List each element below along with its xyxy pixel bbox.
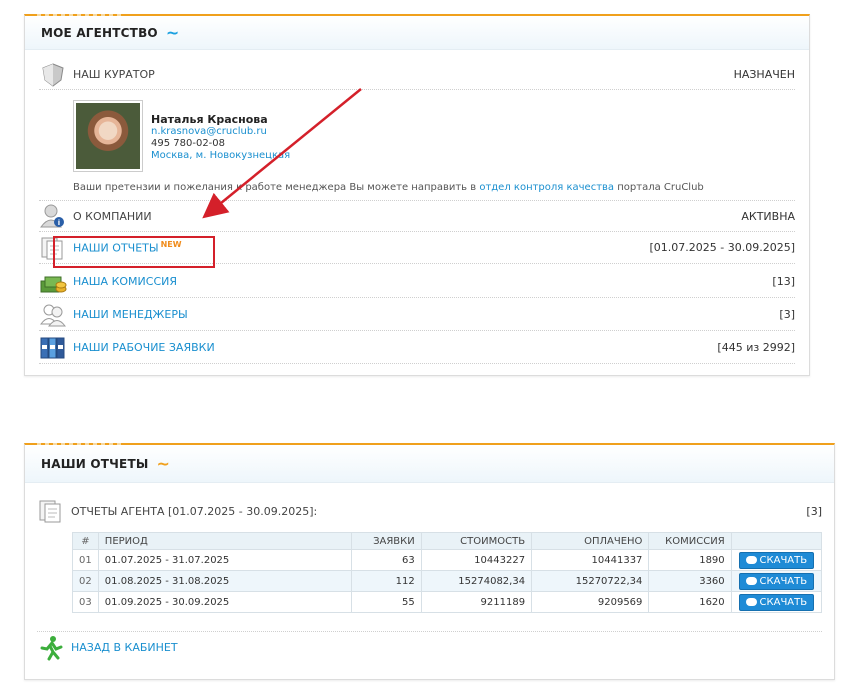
row-index: 03: [72, 591, 99, 613]
row-cost: 9211189: [420, 591, 533, 613]
row-commission: 1620: [648, 591, 732, 613]
panel-header: НАШИ ОТЧЕТЫ ~: [25, 445, 834, 483]
cloud-download-icon: [745, 598, 757, 606]
back-to-cabinet-link[interactable]: НАЗАД В КАБИНЕТ: [71, 641, 178, 654]
documents-icon: [37, 498, 65, 524]
row-cost: 15274082,34: [420, 570, 533, 592]
reports-panel: НАШИ ОТЧЕТЫ ~ ОТЧЕТЫ АГЕНТА [01.07.2025 …: [24, 443, 835, 680]
row-index: 02: [72, 570, 99, 592]
back-row[interactable]: НАЗАД В КАБИНЕТ: [37, 631, 822, 663]
row-period: 01.08.2025 - 31.08.2025: [97, 570, 352, 592]
row-orders: 112: [350, 570, 422, 592]
row-period: 01.07.2025 - 31.07.2025: [97, 549, 352, 571]
row-period: 01.09.2025 - 30.09.2025: [97, 591, 352, 613]
column-header: [730, 532, 823, 550]
download-button[interactable]: СКАЧАТЬ: [738, 572, 815, 590]
row-paid: 9209569: [531, 591, 650, 613]
column-header: СТОИМОСТЬ: [420, 532, 533, 550]
row-paid: 10441337: [531, 549, 650, 571]
running-man-icon: [37, 635, 65, 661]
cloud-download-icon: [745, 556, 757, 564]
row-paid: 15270722,34: [531, 570, 650, 592]
table-header-row: # ПЕРИОД ЗАЯВКИ СТОИМОСТЬ ОПЛАЧЕНО КОМИС…: [72, 532, 823, 550]
reports-table: # ПЕРИОД ЗАЯВКИ СТОИМОСТЬ ОПЛАЧЕНО КОМИС…: [72, 532, 823, 613]
row-orders: 55: [350, 591, 422, 613]
row-commission: 1890: [648, 549, 732, 571]
row-orders: 63: [350, 549, 422, 571]
download-button[interactable]: СКАЧАТЬ: [738, 551, 815, 569]
panel-title: НАШИ ОТЧЕТЫ: [41, 456, 149, 471]
reports-section-count: [3]: [806, 504, 822, 518]
panel-decoration: [37, 443, 125, 445]
table-row: 02 01.08.2025 - 31.08.2025 112 15274082,…: [72, 570, 823, 592]
wave-icon: ~: [156, 453, 170, 473]
table-row: 01 01.07.2025 - 31.07.2025 63 10443227 1…: [72, 549, 823, 571]
column-header: ЗАЯВКИ: [350, 532, 422, 550]
row-index: 01: [72, 549, 99, 571]
row-commission: 3360: [648, 570, 732, 592]
column-header: ОПЛАЧЕНО: [531, 532, 650, 550]
reports-section-header: ОТЧЕТЫ АГЕНТА [01.07.2025 - 30.09.2025]:…: [37, 495, 822, 527]
column-header: ПЕРИОД: [97, 532, 352, 550]
table-row: 03 01.09.2025 - 30.09.2025 55 9211189 92…: [72, 591, 823, 613]
reports-section-label: ОТЧЕТЫ АГЕНТА [01.07.2025 - 30.09.2025]:: [71, 504, 318, 518]
download-button[interactable]: СКАЧАТЬ: [738, 593, 815, 611]
row-cost: 10443227: [420, 549, 533, 571]
column-header: КОМИССИЯ: [648, 532, 732, 550]
cloud-download-icon: [745, 577, 757, 585]
column-header: #: [72, 532, 99, 550]
